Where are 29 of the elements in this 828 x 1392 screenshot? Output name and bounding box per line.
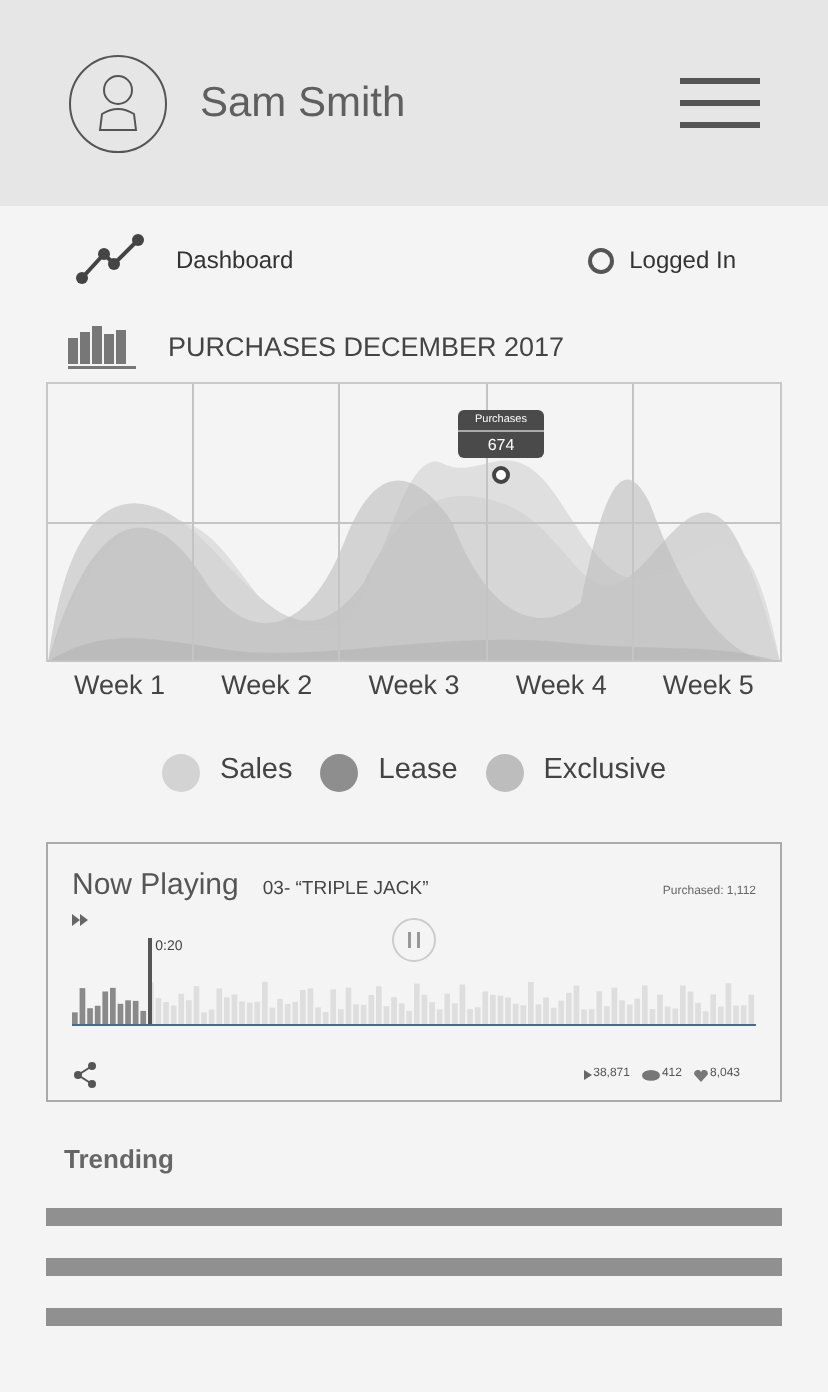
heart-icon	[693, 1069, 708, 1081]
track-title: 03- “TRIPLE JACK”	[262, 876, 429, 904]
legend-label: Exclusive	[543, 752, 667, 791]
dashboard-link[interactable]: Dashboard	[176, 242, 588, 278]
trending-title: Trending	[62, 1142, 176, 1178]
playhead[interactable]	[147, 937, 152, 1023]
menu-icon[interactable]	[680, 77, 760, 129]
axis-label: Week 1	[72, 668, 168, 704]
line-chart-icon[interactable]	[76, 234, 144, 286]
fast-forward-icon[interactable]	[72, 913, 90, 925]
legend-label: Lease	[378, 752, 458, 791]
pause-icon	[408, 931, 420, 947]
axis-label: Week 3	[366, 668, 462, 704]
status-ring-icon	[587, 247, 614, 273]
axis-label: Week 2	[219, 668, 315, 704]
chart-title: PURCHASES DECEMBER 2017	[168, 329, 565, 366]
login-status: Logged In	[629, 244, 736, 278]
now-playing-title: Now Playing	[72, 866, 239, 906]
bar-chart-icon	[68, 322, 136, 370]
share-icon[interactable]	[72, 1062, 98, 1088]
axis-label: Week 5	[660, 668, 756, 704]
axis-label: Week 4	[513, 668, 609, 704]
comment-icon	[641, 1069, 660, 1081]
user-name: Sam Smith	[200, 77, 408, 130]
pause-button[interactable]	[392, 917, 436, 961]
user-avatar-icon	[68, 53, 168, 153]
tooltip-value: 674	[458, 430, 544, 458]
legend-label: Sales	[219, 752, 293, 791]
play-icon	[583, 1070, 592, 1080]
